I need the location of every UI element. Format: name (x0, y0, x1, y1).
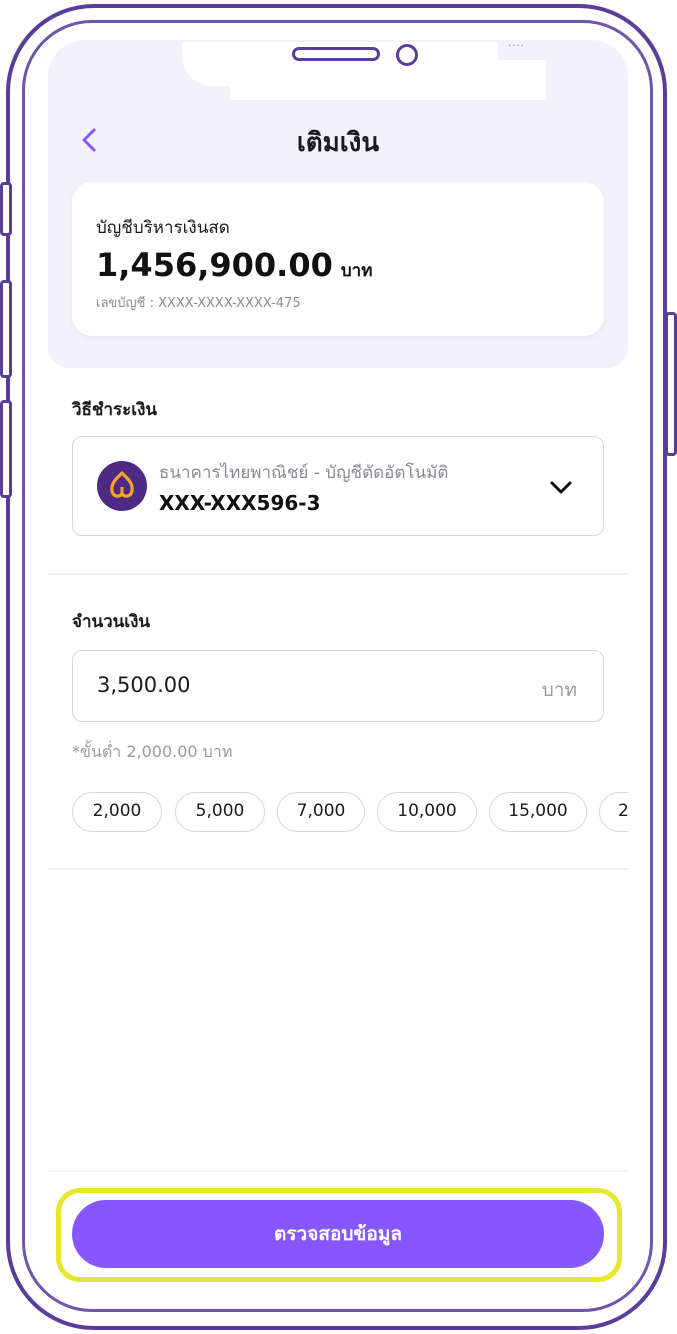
balance-row: 1,456,900.00 บาท (96, 246, 372, 284)
divider (48, 1170, 628, 1172)
status-dots: .... (508, 38, 525, 49)
minimum-amount-note: *ขั้นต่ำ 2,000.00 บาท (72, 742, 233, 761)
phone-side-button (0, 182, 12, 236)
amount-chip[interactable]: 7,000 (277, 792, 365, 832)
phone-side-button (0, 280, 12, 378)
amount-chip[interactable]: 2 (599, 792, 628, 832)
amount-value: 3,500.00 (97, 673, 191, 697)
amount-chip[interactable]: 15,000 (489, 792, 587, 832)
speaker-icon (292, 47, 380, 61)
balance-unit: บาท (340, 261, 373, 281)
scb-bank-logo-icon (97, 461, 147, 511)
confirm-button[interactable]: ตรวจสอบข้อมูล (72, 1200, 604, 1268)
balance-amount: 1,456,900.00 (96, 246, 333, 284)
quick-amount-chips: 2,000 5,000 7,000 10,000 15,000 2 (48, 792, 628, 836)
page-title: เติมเงิน (296, 128, 380, 158)
account-number: เลขบัญชี : XXXX-XXXX-XXXX-475 (96, 296, 301, 311)
amount-input[interactable]: 3,500.00 บาท (72, 650, 604, 722)
phone-side-button (665, 312, 677, 456)
bank-account-number: XXX-XXX596-3 (159, 491, 321, 515)
amount-chip[interactable]: 5,000 (175, 792, 265, 832)
balance-card: บัญชีบริหารเงินสด 1,456,900.00 บาท เลขบัญ… (72, 182, 604, 336)
payment-method-label: วิธีชำระเงิน (72, 400, 157, 420)
bank-name: ธนาคารไทยพาณิชย์ - บัญชีตัดอัตโนมัติ (159, 463, 449, 483)
amount-unit: บาท (541, 679, 577, 701)
divider (48, 573, 628, 575)
camera-icon (396, 44, 418, 66)
divider (48, 868, 628, 870)
amount-chip[interactable]: 10,000 (377, 792, 477, 832)
account-name: บัญชีบริหารเงินสด (96, 218, 230, 238)
phone-side-button (0, 400, 12, 498)
payment-method-select[interactable]: ธนาคารไทยพาณิชย์ - บัญชีตัดอัตโนมัติ XXX… (72, 436, 604, 536)
amount-label: จำนวนเงิน (72, 612, 151, 632)
chevron-down-icon (550, 481, 572, 494)
amount-chip[interactable]: 2,000 (72, 792, 162, 832)
header: เติมเงิน (48, 112, 628, 168)
